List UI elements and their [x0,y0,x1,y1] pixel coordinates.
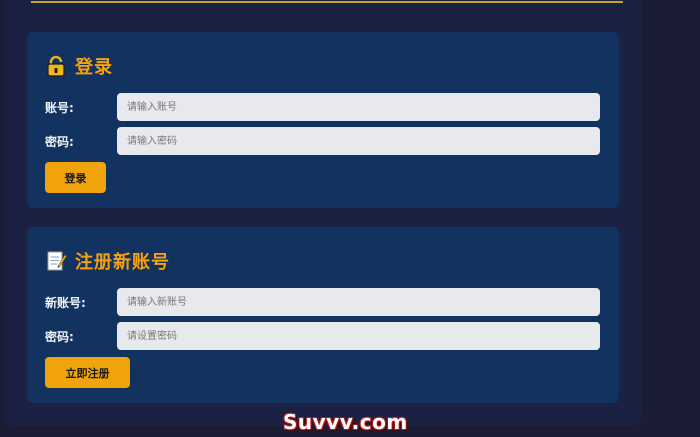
login-password-label: 密码: [45,134,74,149]
top-divider [31,1,623,3]
login-title: 登录 [45,54,113,78]
login-username-input[interactable] [117,93,600,121]
register-card: 注册新账号 新账号: 密码: 立即注册 [27,227,619,403]
register-password-label: 密码: [45,329,74,344]
login-username-row: 账号: [45,93,600,121]
login-card: 登录 账号: 密码: 登录 [27,32,619,208]
register-password-input[interactable] [117,322,600,350]
login-title-text: 登录 [75,57,113,78]
login-button[interactable]: 登录 [45,162,106,193]
watermark: Suvvv.com [283,410,408,434]
register-username-row: 新账号: [45,288,600,316]
register-username-input[interactable] [117,288,600,316]
register-username-label: 新账号: [45,295,86,310]
login-username-label: 账号: [45,100,74,115]
register-title: 注册新账号 [45,249,170,273]
login-password-input[interactable] [117,127,600,155]
login-password-row: 密码: [45,127,600,155]
register-button[interactable]: 立即注册 [45,357,130,388]
memo-icon [45,250,67,272]
register-title-text: 注册新账号 [75,252,170,273]
lock-icon [45,55,67,77]
register-password-row: 密码: [45,322,600,350]
